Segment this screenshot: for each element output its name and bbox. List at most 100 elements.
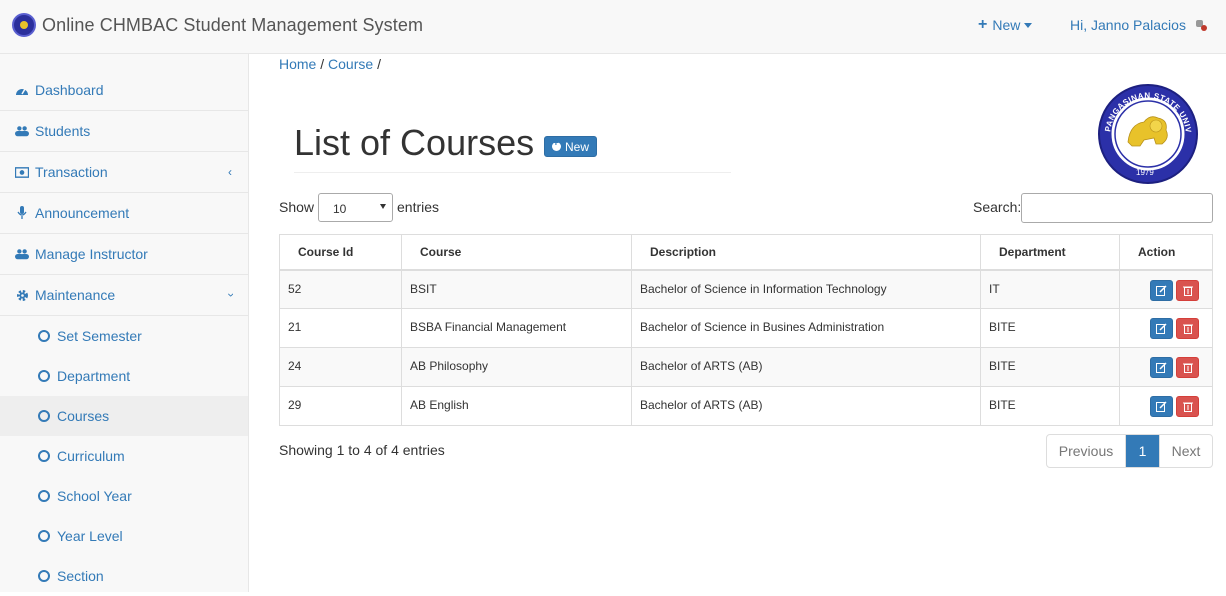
sidebar-item-announcement[interactable]: Announcement: [0, 193, 248, 234]
circle-icon: [38, 370, 50, 382]
table-row: 21 BSBA Financial Management Bachelor of…: [279, 308, 1213, 348]
edit-button[interactable]: [1150, 318, 1173, 339]
user-menu[interactable]: Hi, Janno Palacios: [1070, 17, 1208, 33]
table-info: Showing 1 to 4 of 4 entries: [279, 442, 445, 458]
chevron-down-icon: [1024, 22, 1033, 28]
avatar-icon: [1194, 18, 1208, 32]
column-header-department[interactable]: Department: [980, 234, 1120, 271]
new-dropdown[interactable]: + New: [978, 16, 1033, 33]
new-course-button[interactable]: New: [544, 136, 598, 157]
users-icon: [15, 124, 29, 138]
microphone-icon: [15, 206, 29, 220]
sidebar-subitem-school-year[interactable]: School Year: [0, 476, 248, 516]
search-label: Search:: [973, 199, 1022, 215]
show-label: Show: [279, 199, 315, 215]
trash-icon: [1182, 363, 1193, 373]
trash-icon: [1182, 286, 1193, 296]
edit-button[interactable]: [1150, 279, 1173, 301]
circle-icon: [38, 570, 50, 582]
column-header-description[interactable]: Description: [631, 234, 981, 271]
sidebar-subitem-label: Courses: [57, 408, 110, 424]
cell-actions: [1119, 269, 1213, 309]
page-title: List of Courses: [294, 122, 535, 163]
cell-course-id: 21: [279, 308, 402, 348]
new-course-button-label: New: [565, 139, 590, 154]
sidebar-item-label: Transaction: [35, 164, 108, 180]
cell-course: AB Philosophy: [401, 347, 632, 387]
circle-icon: [38, 530, 50, 542]
plus-icon: +: [978, 16, 988, 33]
sidebar-item-students[interactable]: Students: [0, 111, 248, 152]
chevron-down-icon: ‹: [223, 293, 237, 297]
sidebar-subitem-label: Curriculum: [57, 448, 125, 464]
breadcrumb-home[interactable]: Home: [279, 56, 316, 72]
sidebar-item-maintenance[interactable]: Maintenance ‹: [0, 275, 248, 316]
sidebar-subitem-department[interactable]: Department: [0, 356, 248, 396]
edit-icon: [1156, 284, 1167, 296]
previous-page-button[interactable]: Previous: [1047, 435, 1126, 467]
trash-icon: [1182, 324, 1193, 334]
delete-button[interactable]: [1176, 318, 1199, 339]
entries-label: entries: [397, 199, 440, 215]
circle-icon: [38, 410, 50, 422]
delete-button[interactable]: [1176, 279, 1199, 301]
table-row: 24 AB Philosophy Bachelor of ARTS (AB) B…: [279, 347, 1213, 387]
edit-button[interactable]: [1150, 396, 1173, 417]
breadcrumb-separator: /: [377, 56, 381, 72]
edit-icon: [1156, 401, 1167, 412]
top-navbar: Online CHMBAC Student Management System …: [0, 0, 1226, 54]
sidebar-subitem-year-level[interactable]: Year Level: [0, 516, 248, 556]
sidebar-subitem-set-semester[interactable]: Set Semester: [0, 316, 248, 356]
money-icon: [15, 165, 29, 179]
page-1-button[interactable]: 1: [1126, 435, 1159, 467]
edit-icon: [1156, 323, 1167, 334]
next-page-button[interactable]: Next: [1159, 435, 1212, 467]
edit-icon: [1156, 362, 1167, 373]
sidebar-item-label: Students: [35, 123, 91, 139]
cell-course: AB English: [401, 386, 632, 426]
sidebar-item-manage-instructor[interactable]: Manage Instructor: [0, 234, 248, 275]
delete-button[interactable]: [1176, 396, 1199, 417]
cell-course-id: 29: [279, 386, 402, 426]
cell-course-id: 52: [279, 269, 402, 309]
cell-description: Bachelor of Science in Information Techn…: [631, 269, 981, 309]
pagination: Previous 1 Next: [1046, 434, 1213, 468]
table-row: 29 AB English Bachelor of ARTS (AB) BITE: [279, 386, 1213, 426]
page-size-value: 10: [333, 202, 347, 216]
delete-button[interactable]: [1176, 357, 1199, 378]
app-title: Online CHMBAC Student Management System: [42, 14, 424, 35]
svg-text:PANGASINAN STATE UNIVERSITY: PANGASINAN STATE UNIVERSITY: [1100, 86, 1193, 134]
sidebar-subitem-courses[interactable]: Courses: [0, 396, 248, 436]
sidebar: Dashboard Students Transaction ‹ Announc…: [0, 54, 249, 592]
sidebar-subitem-section[interactable]: Section: [0, 556, 248, 596]
column-header-course[interactable]: Course: [401, 234, 632, 271]
brand[interactable]: Online CHMBAC Student Management System: [12, 13, 423, 37]
cell-description: Bachelor of ARTS (AB): [631, 347, 981, 387]
sidebar-item-label: Maintenance: [35, 287, 116, 303]
dashboard-icon: [15, 83, 29, 97]
gear-icon: [15, 288, 29, 302]
sidebar-subitem-curriculum[interactable]: Curriculum: [0, 436, 248, 476]
column-header-course-id[interactable]: Course Id: [279, 234, 402, 271]
edit-button[interactable]: [1150, 357, 1173, 378]
cell-course: BSIT: [401, 269, 632, 309]
breadcrumb-course[interactable]: Course: [328, 56, 373, 72]
university-seal-logo: PANGASINAN STATE UNIVERSITY 1979: [1098, 84, 1198, 184]
sidebar-item-label: Dashboard: [35, 82, 104, 98]
cell-course: BSBA Financial Management: [401, 308, 632, 348]
trash-icon: [1182, 402, 1193, 412]
cell-actions: [1119, 347, 1213, 387]
courses-table: Course Id Course Description Department …: [279, 234, 1213, 426]
search-input[interactable]: [1021, 193, 1213, 223]
new-dropdown-label: New: [992, 17, 1021, 33]
sidebar-subitem-label: Section: [57, 568, 104, 584]
sidebar-item-transaction[interactable]: Transaction ‹: [0, 152, 248, 193]
cell-department: BITE: [980, 386, 1120, 426]
sidebar-item-dashboard[interactable]: Dashboard: [0, 70, 248, 111]
circle-icon: [38, 330, 50, 342]
cell-course-id: 24: [279, 347, 402, 387]
cell-actions: [1119, 386, 1213, 426]
cell-actions: [1119, 308, 1213, 348]
sidebar-subitem-label: School Year: [57, 488, 132, 504]
page-size-select[interactable]: 10: [318, 193, 393, 222]
